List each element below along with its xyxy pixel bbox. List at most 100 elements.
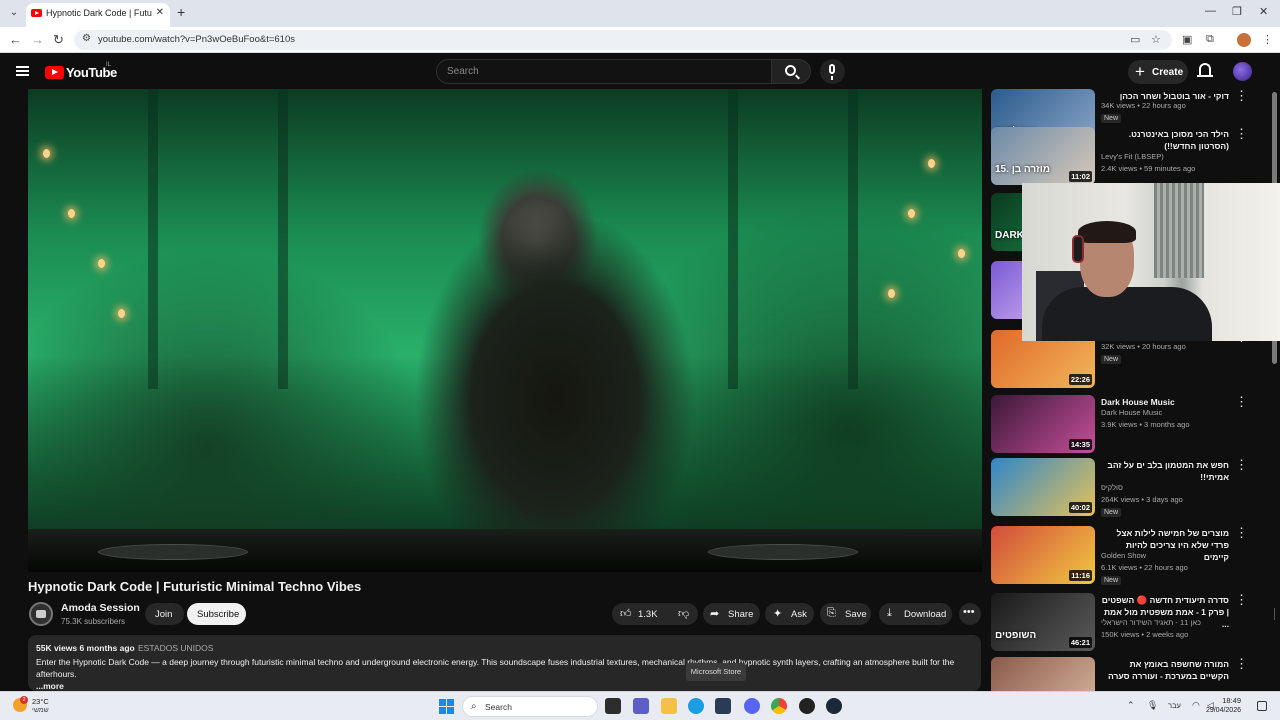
sidebar-video-item[interactable]: השופטים 46:21 סדרה תיעודית חדשה 🔴 השפטים |…: [991, 592, 1251, 655]
more-vertical-icon[interactable]: [1235, 525, 1248, 541]
more-horizontal-icon: •••: [963, 606, 975, 618]
sidebar-channel-name[interactable]: סולקיס: [1101, 483, 1123, 492]
back-icon[interactable]: ←: [9, 32, 22, 47]
sidebar-video-item[interactable]: 15. מוזרה בן 11:02 הילד הכי מסוכן באינטרנט…: [991, 126, 1251, 189]
create-button[interactable]: + Create: [1128, 60, 1188, 84]
notifications-bell-icon[interactable]: [1197, 63, 1213, 77]
weather-badge: 2: [20, 696, 28, 704]
share-button[interactable]: ➦ Share: [703, 603, 760, 625]
save-button[interactable]: ⎘ Save: [820, 603, 871, 625]
forward-icon[interactable]: →: [31, 32, 44, 47]
search-input[interactable]: Search: [436, 59, 772, 84]
download-button[interactable]: ⤓ Download: [879, 603, 952, 625]
browser-menu-icon[interactable]: ⋮: [1262, 33, 1273, 46]
sidebar-channel-name[interactable]: Levy's Fit (LBSEP): [1101, 152, 1164, 161]
sidebar-video-title[interactable]: הילד הכי מסוכן באינטרנט. (הסרטון החדש!!): [1101, 128, 1229, 152]
thumbs-down-icon[interactable]: 👎︎: [678, 607, 689, 620]
join-button[interactable]: Join: [145, 603, 184, 625]
video-duration: 46:21: [1068, 637, 1092, 648]
account-avatar[interactable]: [1233, 62, 1252, 81]
mic-tray-icon[interactable]: 🎙︎: [1147, 700, 1158, 711]
more-vertical-icon[interactable]: [1235, 457, 1248, 473]
video-thumbnail[interactable]: 15. מוזרה בן 11:02: [991, 127, 1095, 185]
more-vertical-icon[interactable]: [1235, 394, 1248, 410]
puzzle-icon[interactable]: ⧉: [1206, 33, 1214, 46]
save-label: Save: [845, 609, 867, 620]
more-actions-button[interactable]: •••: [959, 603, 981, 625]
channel-name[interactable]: Amoda Session: [61, 602, 140, 614]
video-thumbnail[interactable]: 40:02: [991, 458, 1095, 516]
sidebar-video-title[interactable]: Dark House Music: [1101, 396, 1229, 408]
video-location[interactable]: ESTADOS UNIDOS: [138, 643, 213, 653]
close-tab-icon[interactable]: ✕: [156, 7, 164, 18]
sidebar-video-title[interactable]: חפש את המטמון בלב ים על זהב אמיתי!!: [1101, 459, 1229, 483]
weather-label: שמשי: [32, 707, 49, 714]
microsoft-store-icon[interactable]: [715, 698, 731, 714]
url-text[interactable]: youtube.com/watch?v=Pn3wOeBuFoo&t=610s: [98, 34, 295, 45]
tray-chevron-icon[interactable]: ⌃: [1127, 700, 1135, 711]
task-view-icon[interactable]: [605, 698, 621, 714]
temperature[interactable]: 23°C: [32, 697, 49, 706]
more-vertical-icon[interactable]: [1235, 592, 1248, 608]
new-tab-icon[interactable]: +: [177, 4, 185, 20]
show-more-link[interactable]: ...more: [36, 681, 64, 691]
taskbar-search[interactable]: ⌕ Search: [462, 696, 598, 717]
clock-date[interactable]: 29/04/2026: [1201, 707, 1241, 714]
search-icon: ⌕: [471, 701, 477, 712]
windows-start-icon[interactable]: [439, 699, 454, 714]
thumbnail-text: השופטים: [995, 630, 1037, 641]
sidebar-video-item[interactable]: 40:02 חפש את המטמון בלב ים על זהב אמיתי!!…: [991, 457, 1251, 520]
more-vertical-icon[interactable]: [1235, 126, 1248, 142]
search-button[interactable]: [771, 59, 811, 84]
address-bar[interactable]: ⚙ youtube.com/watch?v=Pn3wOeBuFoo&t=610s: [74, 30, 1172, 50]
app-icon[interactable]: [799, 698, 815, 714]
video-thumbnail[interactable]: 11:16: [991, 526, 1095, 584]
browser-tab[interactable]: Hypnotic Dark Code | Futuristic ✕: [26, 3, 170, 27]
steam-icon[interactable]: [826, 698, 842, 714]
restore-icon[interactable]: ❐: [1232, 5, 1242, 18]
subscribe-button[interactable]: Subscribe: [187, 603, 246, 625]
wifi-icon[interactable]: ◠: [1192, 700, 1200, 711]
ask-button[interactable]: ✦ Ask: [765, 603, 814, 625]
clock-time[interactable]: 18:49: [1221, 696, 1241, 705]
sidebar-video-item[interactable]: 11:16 מוצרים של חמישה לילות אצל פרדי שלא …: [991, 525, 1251, 588]
browser-profile-avatar[interactable]: [1237, 33, 1251, 47]
discord-icon[interactable]: [744, 698, 760, 714]
sidebar-channel-name[interactable]: Golden Show: [1101, 551, 1146, 560]
minimize-icon[interactable]: —: [1205, 5, 1216, 17]
voice-search-button[interactable]: [820, 59, 845, 84]
tab-search-menu-icon[interactable]: ⌄: [6, 6, 22, 20]
sidebar-video-meta: 3.9K views • 3 months ago: [1101, 420, 1190, 429]
edge-icon[interactable]: [688, 698, 704, 714]
reload-icon[interactable]: ↻: [53, 32, 64, 48]
sidebar-video-title[interactable]: המורה שחשפה באומץ את הקשיים במערכת - ועו…: [1101, 658, 1229, 682]
video-thumbnail[interactable]: 14:35: [991, 395, 1095, 453]
youtube-logo-icon[interactable]: [45, 66, 64, 79]
sidebar-channel-name[interactable]: כאן 11 - תאגיד השידור הישראלי: [1101, 618, 1201, 627]
video-duration: 22:26: [1068, 374, 1092, 385]
like-button[interactable]: 👍︎ 1.3K 👎︎: [612, 603, 1275, 625]
chrome-icon[interactable]: [771, 698, 787, 714]
video-thumbnail[interactable]: השופטים 46:21: [991, 593, 1095, 651]
video-player[interactable]: [28, 89, 982, 572]
file-explorer-icon[interactable]: [661, 698, 677, 714]
share-label: Share: [728, 609, 754, 620]
notification-icon[interactable]: [1257, 701, 1267, 711]
more-vertical-icon[interactable]: [1235, 88, 1248, 104]
teams-icon[interactable]: [633, 698, 649, 714]
menu-icon[interactable]: [16, 66, 29, 76]
cast-icon[interactable]: ▭: [1130, 33, 1140, 46]
sidebar-video-item[interactable]: 14:35 Dark House Music Dark House Music 3.9…: [991, 394, 1251, 457]
bookmark-star-icon[interactable]: ☆: [1151, 33, 1161, 46]
channel-avatar[interactable]: [29, 602, 53, 626]
bookmark-icon: ⎘: [827, 607, 836, 619]
sidebar-channel-name[interactable]: Dark House Music: [1101, 408, 1162, 417]
sidebar-video-meta: 2.4K views • 59 minutes ago: [1101, 164, 1196, 173]
extension-icon[interactable]: ▣: [1182, 33, 1192, 46]
site-info-icon[interactable]: ⚙: [82, 33, 91, 44]
more-vertical-icon[interactable]: [1235, 656, 1248, 672]
video-description[interactable]: 55K views 6 months ago ESTADOS UNIDOS En…: [28, 635, 981, 691]
window-close-icon[interactable]: ✕: [1259, 5, 1268, 18]
keyboard-language[interactable]: עבר: [1168, 701, 1181, 710]
region-code: IL: [106, 62, 112, 68]
